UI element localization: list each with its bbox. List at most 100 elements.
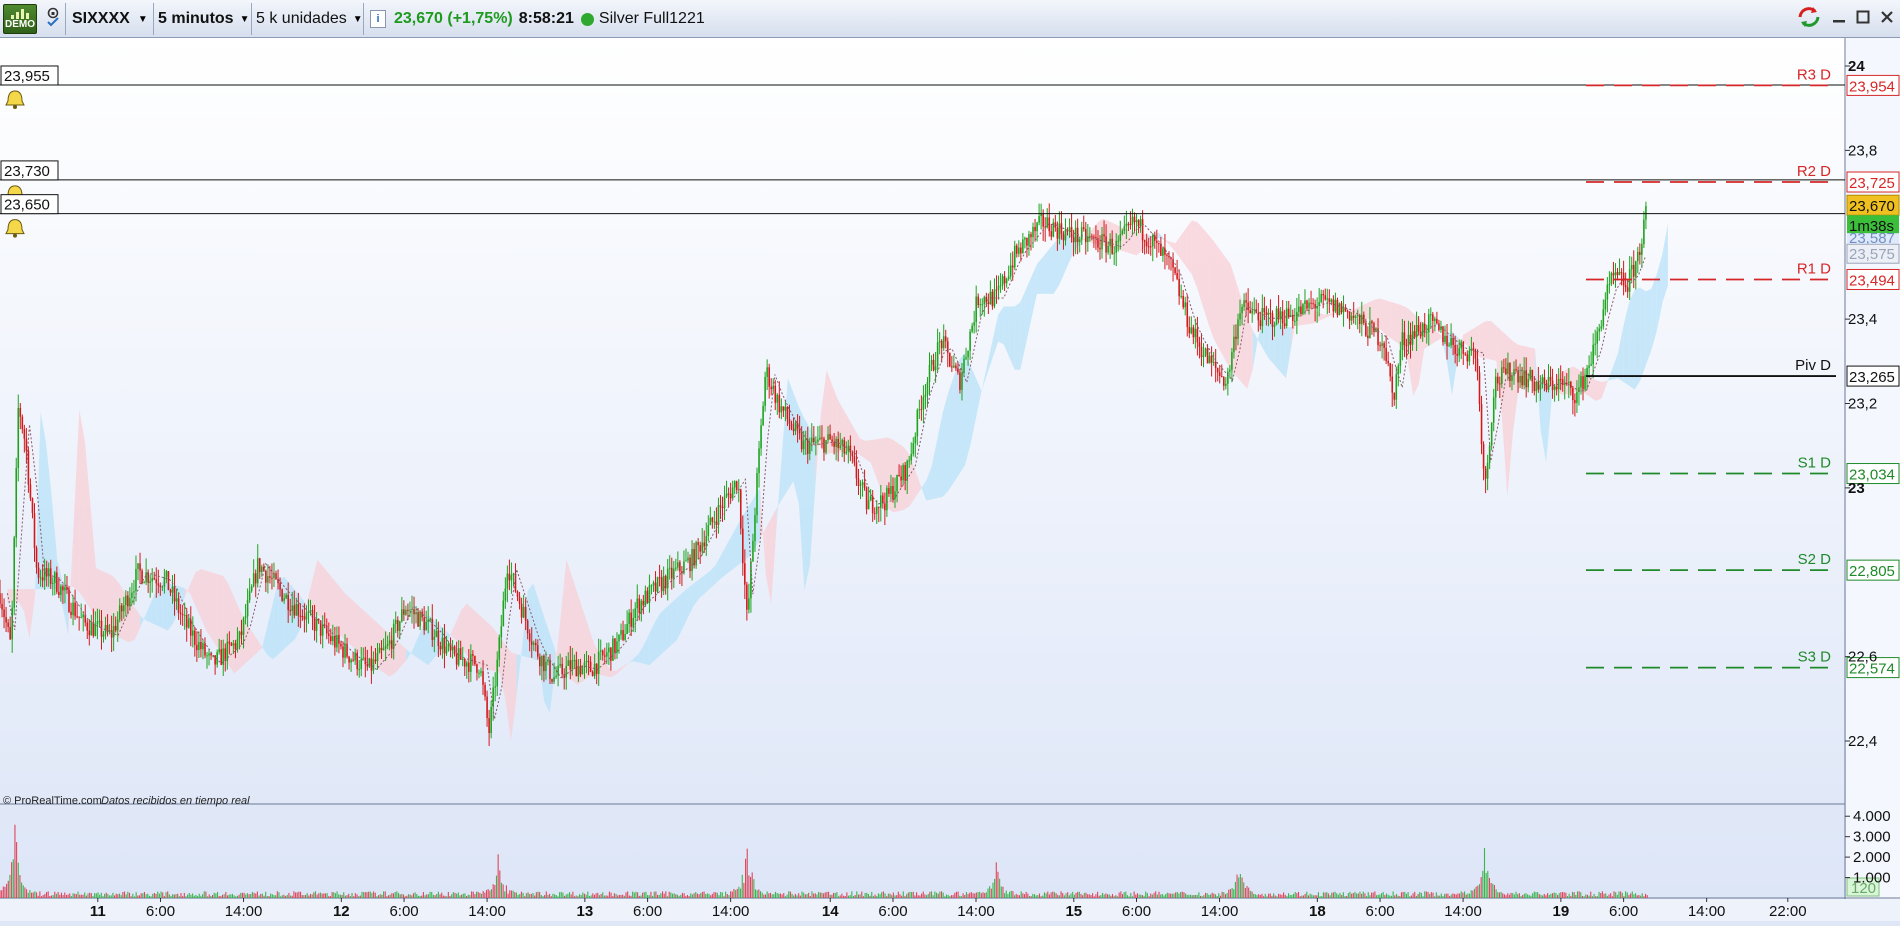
candle-body [62,586,64,591]
candle-body [1068,227,1071,232]
candle-body [183,615,186,617]
time-tick-label: 6:00 [878,903,907,920]
candle-body [636,598,639,609]
candle-body [1015,245,1018,254]
info-icon[interactable]: i [370,10,386,28]
candle-body [315,618,318,631]
candle-body [1064,229,1067,241]
candle-body [632,618,635,627]
price-chart[interactable]: 23,955 23,730 23,650 R3 D R2 D R1 D Piv D S1 D S… [0,38,1900,921]
candle-body [1283,323,1286,327]
candle-body [959,372,961,390]
candle-body [1210,355,1213,363]
candle-body [1178,278,1180,297]
sync-icon[interactable] [1796,5,1822,34]
candle-body [1375,328,1377,332]
candle-body [250,586,253,591]
candle-body [1198,342,1201,347]
candle-body [924,394,927,398]
candle-body [953,365,955,368]
minimize-icon[interactable] [1832,10,1846,29]
candle-body [656,577,659,592]
timeframe-selector[interactable]: 5 minutos ▼ [154,3,252,35]
units-selector[interactable]: 5 k unidades ▼ [252,3,364,35]
candle-body [271,577,273,579]
candle-body [1038,216,1040,223]
time-tick-label: 6:00 [1122,903,1151,920]
cloud-segment [1385,300,1392,339]
candle-body [202,643,204,650]
candle-body [547,659,549,662]
candle-body [526,620,529,634]
candle-body [963,358,965,373]
candle-body [1466,354,1469,362]
chart-area[interactable]: 23,955 23,730 23,650 R3 D R2 D R1 D Piv D S1 D S… [0,38,1900,921]
candle-body [88,630,91,636]
candle-body [1492,397,1495,423]
candle-body [1604,299,1607,310]
candle-body [1572,387,1574,401]
candle-body [441,637,444,650]
candle-body [1032,226,1034,238]
candle-body [1438,323,1440,330]
chevron-down-icon: ▼ [137,13,148,25]
candle-body [390,640,393,649]
volume-tick-label: 4.000 [1853,808,1891,825]
candle-body [1413,331,1416,338]
candle-body [1233,336,1235,353]
candle-body [920,409,923,411]
candle-body [697,542,699,546]
candle-body [11,607,13,640]
cloud-segment [1579,370,1585,394]
candle-body [1582,376,1584,390]
candle-body [15,467,18,538]
candle-body [985,296,988,303]
candle-body [1478,372,1481,405]
candle-body [490,706,492,734]
candle-body [808,442,811,455]
candle-body [1056,227,1059,239]
candle-body [1214,361,1217,369]
time-tick-label: 19 [1553,903,1570,920]
time-tick-label: 14:00 [712,903,750,920]
candle-body [287,594,289,611]
alert-price-label: 23,730 [4,163,50,180]
candle-body [415,612,417,615]
candle-body [504,588,507,601]
maximize-icon[interactable] [1856,10,1870,29]
candle-body [1131,216,1134,225]
candle-body [1393,392,1396,400]
pivot-name-label: S2 D [1798,551,1832,568]
candle-body [1513,369,1515,376]
candle-body [1476,358,1479,373]
candle-body [1034,226,1036,232]
instrument-selector[interactable]: SIXXXX ▼ [68,3,154,35]
candle-body [1620,271,1623,273]
candle-body [459,648,462,660]
candle-body [1149,246,1152,248]
close-icon[interactable] [1880,10,1894,29]
candle-body [445,646,448,654]
candle-body [1517,370,1519,383]
candle-body [991,291,994,307]
candle-body [1259,320,1262,327]
candle-body [587,660,590,662]
candle-body [1529,369,1532,380]
candle-body [725,493,728,497]
candle-body [1115,240,1118,253]
candle-body [386,643,389,646]
candle-body [1594,343,1596,345]
candle-body [1,603,3,610]
candle-body [380,647,383,650]
candle-body [116,619,119,631]
candle-body [1265,312,1268,315]
candle-body [780,406,783,413]
candle-body [256,558,259,584]
candle-body [185,615,188,628]
candle-body [1018,247,1020,254]
candle-body [1028,234,1030,246]
candle-body [1087,236,1089,243]
candle-body [228,641,231,644]
candle-body [1229,369,1231,372]
link-icon[interactable] [40,3,66,35]
